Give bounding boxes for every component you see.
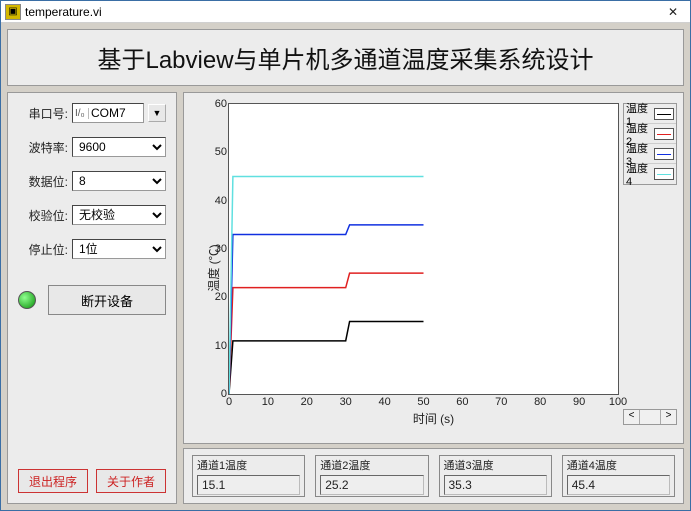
x-tick: 50 <box>417 396 429 408</box>
config-panel: 串口号: I/₀ COM7 ▼ 波特率: 9600 数据位: <box>7 92 177 504</box>
close-icon[interactable]: ✕ <box>660 3 686 21</box>
readout: 通道1温度 15.1 <box>192 455 305 497</box>
chart-panel: 温度 (℃) 010203040506001020304050607080901… <box>183 92 684 444</box>
chart-scrollbar[interactable]: < > <box>623 409 677 425</box>
x-tick: 100 <box>609 396 627 408</box>
parity-label: 校验位: <box>18 207 68 224</box>
readout-label: 通道2温度 <box>320 457 423 473</box>
row-baud: 波特率: 9600 <box>18 137 166 157</box>
y-tick: 50 <box>215 146 227 158</box>
parity-select[interactable]: 无校验 <box>72 205 166 225</box>
readout-value: 15.1 <box>197 475 300 495</box>
readout: 通道3温度 35.3 <box>439 455 552 497</box>
x-tick: 90 <box>573 396 585 408</box>
x-tick: 80 <box>534 396 546 408</box>
disconnect-button[interactable]: 断开设备 <box>48 285 166 315</box>
stopbits-select[interactable]: 1位 <box>72 239 166 259</box>
page-title: 基于Labview与单片机多通道温度采集系统设计 <box>7 29 684 86</box>
x-tick: 10 <box>262 396 274 408</box>
y-tick: 30 <box>215 243 227 255</box>
port-combo[interactable]: I/₀ COM7 <box>72 103 144 123</box>
app-icon: ▣ <box>5 4 21 20</box>
bottom-buttons: 退出程序 关于作者 <box>18 469 166 493</box>
scroll-right-icon[interactable]: > <box>660 410 676 424</box>
main-row: 串口号: I/₀ COM7 ▼ 波特率: 9600 数据位: <box>7 92 684 504</box>
readout: 通道2温度 25.2 <box>315 455 428 497</box>
right-column: 温度 (℃) 010203040506001020304050607080901… <box>183 92 684 504</box>
y-tick: 40 <box>215 195 227 207</box>
io-icon: I/₀ <box>75 108 89 119</box>
readout-value: 45.4 <box>567 475 670 495</box>
readout-label: 通道4温度 <box>567 457 670 473</box>
legend-swatch-icon <box>654 168 674 180</box>
legend-label: 温度4 <box>626 160 654 188</box>
legend-swatch-icon <box>654 148 674 160</box>
y-tick: 60 <box>215 98 227 110</box>
x-tick: 0 <box>226 396 232 408</box>
exit-button[interactable]: 退出程序 <box>18 469 88 493</box>
x-tick: 60 <box>456 396 468 408</box>
window-title: temperature.vi <box>25 5 660 19</box>
legend: 温度1温度2温度3温度4 <box>623 103 677 185</box>
connection-row: 断开设备 <box>18 285 166 315</box>
readout-value: 35.3 <box>444 475 547 495</box>
legend-item[interactable]: 温度4 <box>624 164 676 184</box>
chart-area: 01020304050600102030405060708090100 <box>228 103 619 395</box>
about-button[interactable]: 关于作者 <box>96 469 166 493</box>
databits-select[interactable]: 8 <box>72 171 166 191</box>
content: 基于Labview与单片机多通道温度采集系统设计 串口号: I/₀ COM7 ▼… <box>1 23 690 510</box>
legend-swatch-icon <box>654 108 674 120</box>
baud-label: 波特率: <box>18 139 68 156</box>
readout-value: 25.2 <box>320 475 423 495</box>
scroll-left-icon[interactable]: < <box>624 410 640 424</box>
x-tick: 40 <box>378 396 390 408</box>
row-parity: 校验位: 无校验 <box>18 205 166 225</box>
readout-label: 通道1温度 <box>197 457 300 473</box>
chart-plot <box>229 104 618 394</box>
app-window: ▣ temperature.vi ✕ 基于Labview与单片机多通道温度采集系… <box>0 0 691 511</box>
row-databits: 数据位: 8 <box>18 171 166 191</box>
readout-panel: 通道1温度 15.1 通道2温度 25.2 通道3温度 35.3 通道4温度 45.4 <box>183 448 684 504</box>
row-stopbits: 停止位: 1位 <box>18 239 166 259</box>
x-axis-label: 时间 (s) <box>184 410 683 427</box>
port-dropdown-icon[interactable]: ▼ <box>148 104 166 122</box>
y-tick: 10 <box>215 340 227 352</box>
y-tick: 20 <box>215 291 227 303</box>
x-tick: 20 <box>301 396 313 408</box>
port-value: COM7 <box>91 106 126 120</box>
data-label: 数据位: <box>18 173 68 190</box>
port-label: 串口号: <box>18 105 68 122</box>
status-led-icon <box>18 291 36 309</box>
x-tick: 30 <box>340 396 352 408</box>
x-tick: 70 <box>495 396 507 408</box>
readout-label: 通道3温度 <box>444 457 547 473</box>
legend-swatch-icon <box>654 128 674 140</box>
titlebar: ▣ temperature.vi ✕ <box>1 1 690 23</box>
readout: 通道4温度 45.4 <box>562 455 675 497</box>
row-port: 串口号: I/₀ COM7 ▼ <box>18 103 166 123</box>
baud-select[interactable]: 9600 <box>72 137 166 157</box>
stop-label: 停止位: <box>18 241 68 258</box>
